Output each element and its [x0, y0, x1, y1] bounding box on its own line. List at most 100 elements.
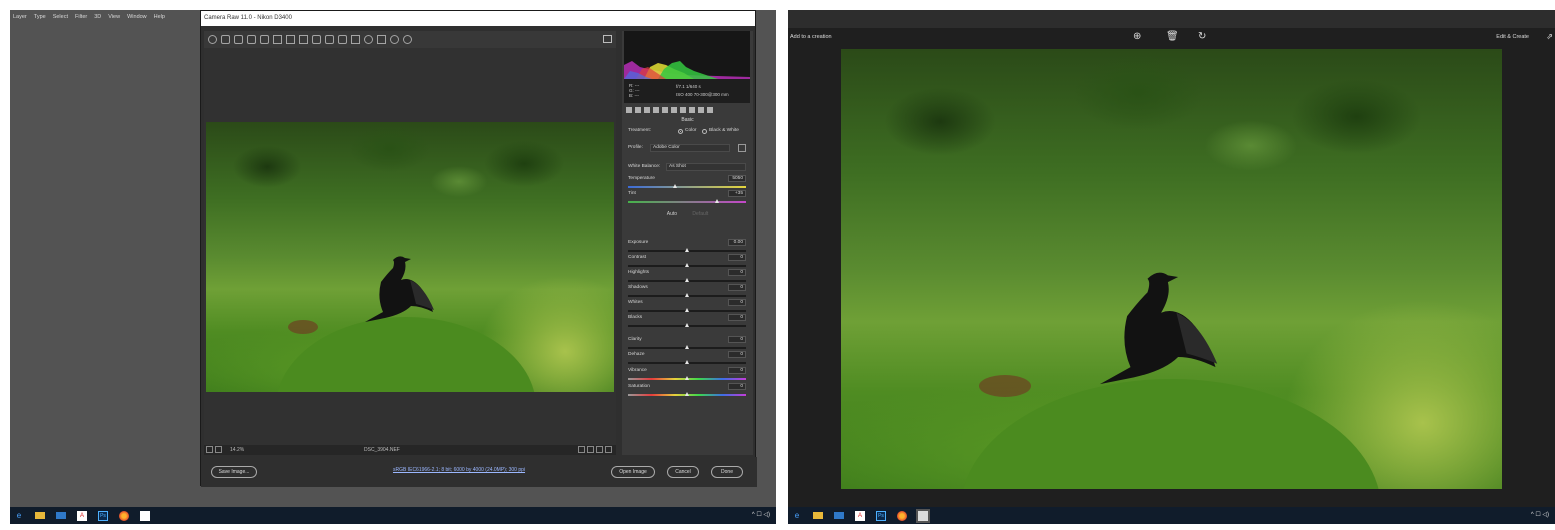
- profile-browser-icon[interactable]: [738, 144, 746, 152]
- rotate-left-icon[interactable]: [390, 35, 399, 44]
- presets-tab-icon[interactable]: [698, 107, 704, 113]
- menu-3d[interactable]: 3D: [94, 14, 101, 20]
- store-icon[interactable]: [834, 512, 844, 519]
- detail-tab-icon[interactable]: [644, 107, 650, 113]
- edit-create-button[interactable]: Edit & Create: [1496, 34, 1529, 40]
- system-tray-icon[interactable]: ^ ☐ ◁): [752, 511, 770, 518]
- tint-slider[interactable]: [628, 199, 746, 203]
- split-toning-tab-icon[interactable]: [662, 107, 668, 113]
- color-sampler-icon[interactable]: [247, 35, 256, 44]
- blacks-value[interactable]: 0: [728, 314, 746, 321]
- profile-dropdown[interactable]: Adobe Color: [650, 144, 730, 152]
- add-to-creation-button[interactable]: Add to a creation: [790, 34, 832, 40]
- copy-settings-icon[interactable]: [596, 446, 603, 453]
- before-after-icon[interactable]: [578, 446, 585, 453]
- dehaze-thumb[interactable]: [685, 360, 689, 364]
- temperature-thumb[interactable]: [673, 184, 678, 188]
- clarity-value[interactable]: 0: [728, 336, 746, 343]
- zoom-tool-icon[interactable]: [208, 35, 217, 44]
- lens-tab-icon[interactable]: [671, 107, 677, 113]
- crop-tool-icon[interactable]: [273, 35, 282, 44]
- highlights-slider[interactable]: [628, 278, 746, 282]
- toggle-settings-icon[interactable]: [605, 446, 612, 453]
- whites-slider[interactable]: [628, 308, 746, 312]
- menu-view[interactable]: View: [108, 14, 120, 20]
- fullscreen-toggle-icon[interactable]: [603, 35, 612, 43]
- photos-icon[interactable]: [916, 508, 930, 523]
- shadows-thumb[interactable]: [685, 293, 689, 297]
- radial-filter-icon[interactable]: [364, 35, 373, 44]
- workflow-options-link[interactable]: sRGB IEC61966-2.1; 8 bit; 6000 by 4000 (…: [393, 467, 525, 473]
- dehaze-slider[interactable]: [628, 360, 746, 364]
- dehaze-value[interactable]: 0: [728, 351, 746, 358]
- photoshop-icon[interactable]: Ps: [876, 510, 886, 521]
- acrobat-icon[interactable]: A: [855, 510, 865, 521]
- graduated-filter-icon[interactable]: [351, 35, 360, 44]
- clarity-thumb[interactable]: [685, 345, 689, 349]
- file-explorer-icon[interactable]: [35, 512, 45, 519]
- basic-tab-icon[interactable]: [626, 107, 632, 113]
- rotate-right-icon[interactable]: [403, 35, 412, 44]
- menu-select[interactable]: Select: [53, 14, 68, 20]
- edge-icon[interactable]: e: [792, 511, 802, 521]
- whites-thumb[interactable]: [685, 308, 689, 312]
- zoom-out-icon[interactable]: [206, 446, 213, 453]
- contrast-slider[interactable]: [628, 263, 746, 267]
- hand-tool-icon[interactable]: [221, 35, 230, 44]
- firefox-icon[interactable]: [897, 510, 907, 521]
- saturation-slider[interactable]: [628, 392, 746, 396]
- snapshots-tab-icon[interactable]: [707, 107, 713, 113]
- open-image-button[interactable]: Open Image: [611, 466, 655, 478]
- exposure-value[interactable]: 0.00: [728, 239, 746, 246]
- bw-radio[interactable]: [702, 129, 707, 134]
- calibration-tab-icon[interactable]: [689, 107, 695, 113]
- file-explorer-icon[interactable]: [813, 512, 823, 519]
- share-icon[interactable]: ⇗: [1546, 32, 1553, 41]
- auto-button[interactable]: Auto: [667, 211, 677, 217]
- done-button[interactable]: Done: [711, 466, 743, 478]
- rotate-icon[interactable]: ↻: [1198, 31, 1206, 42]
- adjustment-brush-icon[interactable]: [338, 35, 347, 44]
- edge-icon[interactable]: e: [14, 511, 24, 521]
- system-tray-icon[interactable]: ^ ☐ ◁): [1531, 511, 1549, 518]
- acrobat-icon[interactable]: A: [77, 510, 87, 521]
- temperature-value[interactable]: 5050: [728, 175, 746, 182]
- tint-value[interactable]: +35: [728, 190, 746, 197]
- zoom-level[interactable]: 14.2%: [230, 447, 244, 453]
- menu-filter[interactable]: Filter: [75, 14, 87, 20]
- preferences-icon[interactable]: [377, 35, 386, 44]
- shadows-value[interactable]: 0: [728, 284, 746, 291]
- tint-thumb[interactable]: [714, 199, 719, 203]
- tone-curve-tab-icon[interactable]: [635, 107, 641, 113]
- delete-icon[interactable]: 🗑: [1166, 31, 1179, 42]
- whites-value[interactable]: 0: [728, 299, 746, 306]
- shadows-slider[interactable]: [628, 293, 746, 297]
- save-image-button[interactable]: Save Image...: [211, 466, 257, 478]
- exposure-thumb[interactable]: [685, 248, 689, 252]
- menu-window[interactable]: Window: [127, 14, 147, 20]
- menu-type[interactable]: Type: [34, 14, 46, 20]
- targeted-adjustment-icon[interactable]: [260, 35, 269, 44]
- white-balance-dropdown[interactable]: As Shot: [666, 163, 746, 171]
- highlights-thumb[interactable]: [685, 278, 689, 282]
- store-icon[interactable]: [56, 512, 66, 519]
- photoshop-icon[interactable]: Ps: [98, 510, 108, 521]
- temperature-slider[interactable]: [628, 184, 746, 188]
- color-radio[interactable]: [678, 129, 683, 134]
- menu-layer[interactable]: Layer: [13, 14, 27, 20]
- firefox-icon[interactable]: [119, 510, 129, 521]
- blacks-thumb[interactable]: [685, 323, 689, 327]
- default-button[interactable]: Default: [692, 211, 708, 217]
- cancel-button[interactable]: Cancel: [667, 466, 699, 478]
- spot-removal-icon[interactable]: [312, 35, 321, 44]
- photos-icon[interactable]: [140, 510, 150, 521]
- clarity-slider[interactable]: [628, 345, 746, 349]
- contrast-thumb[interactable]: [685, 263, 689, 267]
- vibrance-thumb[interactable]: [685, 376, 689, 380]
- contrast-value[interactable]: 0: [728, 254, 746, 261]
- saturation-value[interactable]: 0: [728, 383, 746, 390]
- vibrance-value[interactable]: 0: [728, 367, 746, 374]
- red-eye-icon[interactable]: [325, 35, 334, 44]
- swap-icon[interactable]: [587, 446, 594, 453]
- zoom-icon[interactable]: ⊕: [1133, 31, 1141, 42]
